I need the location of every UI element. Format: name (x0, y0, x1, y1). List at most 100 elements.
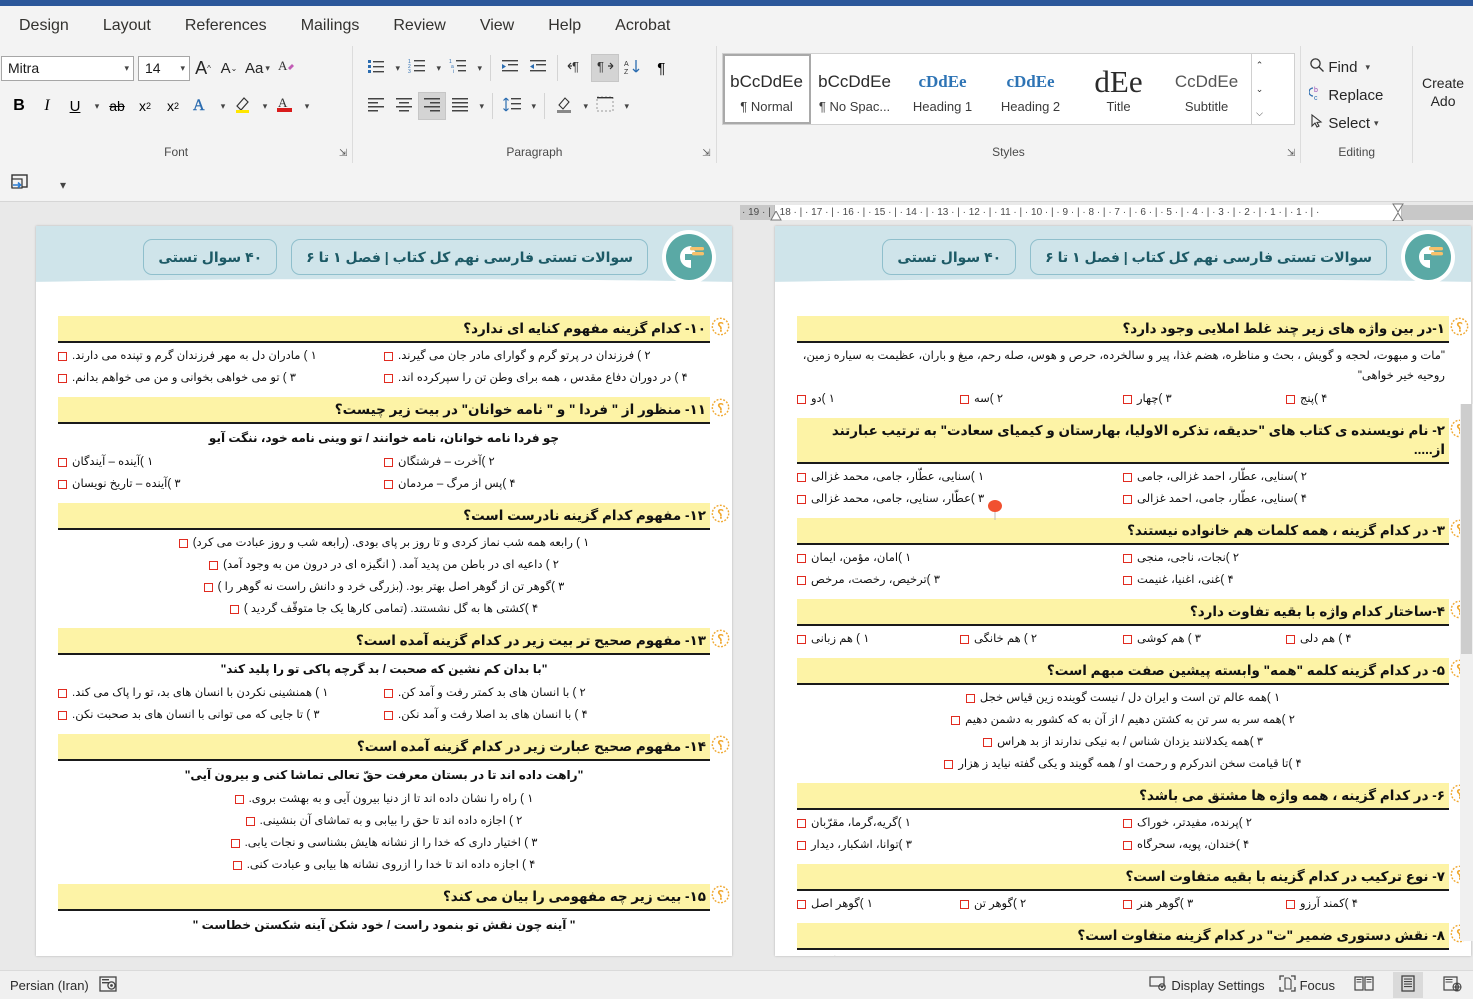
change-case-button[interactable]: Aa ▾ (242, 53, 273, 83)
tab-acrobat[interactable]: Acrobat (598, 6, 687, 46)
borders-button[interactable] (591, 92, 619, 120)
line-spacing-button[interactable] (498, 92, 526, 120)
bold-button[interactable]: B (5, 92, 33, 120)
option-checkbox[interactable] (1286, 395, 1295, 404)
option-checkbox[interactable] (58, 352, 67, 361)
option-item[interactable]: ۴ ) اجازه داده اند تا خدا را ازروی نشانه… (58, 854, 710, 876)
styles-gallery-scrollbar[interactable]: ⌃ ⌄ ⌵ (1251, 54, 1268, 124)
option-checkbox[interactable] (58, 374, 67, 383)
option-item[interactable]: ۴ )پس از مرگ – مردمان (384, 473, 710, 495)
option-item[interactable]: ۱ )گوهر اصل (797, 893, 960, 915)
option-item[interactable]: ۲ ) اجازه داده اند تا حق را بیابی و به ت… (58, 810, 710, 832)
option-item[interactable]: ۲ )سه (960, 388, 1123, 410)
option-item[interactable]: ۲ )پرنده، مفیدتر، خوراک (1123, 812, 1449, 834)
tab-layout[interactable]: Layout (86, 6, 168, 46)
left-indent-marker[interactable] (770, 211, 782, 222)
grow-font-button[interactable]: A^ (190, 53, 216, 83)
shrink-font-button[interactable]: A⌄ (216, 53, 242, 83)
increase-indent-button[interactable] (524, 54, 552, 82)
web-layout-button[interactable] (1437, 972, 1467, 998)
option-checkbox[interactable] (1286, 900, 1295, 909)
option-checkbox[interactable] (1123, 819, 1132, 828)
tab-review[interactable]: Review (376, 6, 462, 46)
font-size-combo[interactable]: 14 ▾ (138, 56, 190, 81)
option-item[interactable]: ۳ )گوهر هنر (1123, 893, 1286, 915)
rtl-text-direction-button[interactable]: ¶ (591, 54, 619, 82)
option-checkbox[interactable] (797, 554, 806, 563)
option-checkbox[interactable] (230, 605, 239, 614)
multilevel-dropdown[interactable]: ▾ (472, 53, 485, 83)
option-checkbox[interactable] (235, 795, 244, 804)
option-checkbox[interactable] (1123, 395, 1132, 404)
superscript-button[interactable]: x2 (159, 92, 187, 120)
numbering-dropdown[interactable]: ▾ (431, 53, 444, 83)
option-item[interactable]: ۲ )سنایی، عطّار، احمد غزالی، جامی (1123, 466, 1449, 488)
option-item[interactable]: ۴ )خندان، پویه، سحرگاه (1123, 834, 1449, 856)
option-checkbox[interactable] (1123, 495, 1132, 504)
option-item[interactable]: ۲ )همه سر به سر تن به کشتن دهیم / از آن … (797, 709, 1449, 731)
option-checkbox[interactable] (384, 711, 393, 720)
option-item[interactable]: ۱ )گریه،گرما، مقرّبان (797, 812, 1123, 834)
option-item[interactable]: ۴ )کشتی ها به گل نشستند. (تمامی کارها یک… (58, 598, 710, 620)
language-indicator[interactable]: Persian (Iran) (10, 978, 89, 993)
document-page-left[interactable]: سوالات تستی فارسی نهم کل کتاب | فصل ۱ تا… (36, 226, 732, 956)
option-item[interactable]: ۲ ) هم خانگی (960, 628, 1123, 650)
option-checkbox[interactable] (797, 495, 806, 504)
option-checkbox[interactable] (1123, 635, 1132, 644)
shading-dropdown[interactable]: ▾ (578, 91, 591, 121)
tab-design[interactable]: Design (2, 6, 86, 46)
accessibility-icon[interactable] (99, 975, 117, 996)
option-item[interactable]: ۳ )ترخیص، رخصت، مرخص (797, 569, 1123, 591)
option-item[interactable]: ۳ ) هم کوشی (1123, 628, 1286, 650)
strikethrough-button[interactable]: ab (103, 92, 131, 120)
option-item[interactable]: ۳ )چهار (1123, 388, 1286, 410)
option-item[interactable]: ۲ )گوهر تن (960, 893, 1123, 915)
styles-dialog-launcher[interactable]: ⇲ (1287, 148, 1295, 159)
option-item[interactable]: ۱ ) هم زبانی (797, 628, 960, 650)
sort-button[interactable]: AZ (619, 54, 647, 82)
numbering-button[interactable]: 123 (403, 54, 431, 82)
option-checkbox[interactable] (1123, 473, 1132, 482)
style-heading-2[interactable]: cDdEe Heading 2 (987, 54, 1075, 124)
option-checkbox[interactable] (797, 819, 806, 828)
option-checkbox[interactable] (204, 583, 213, 592)
styles-more-icon[interactable]: ⌵ (1252, 102, 1268, 124)
option-item[interactable]: ۴ )کمند آرزو (1286, 893, 1449, 915)
font-dialog-launcher[interactable]: ⇲ (339, 148, 347, 159)
style-subtitle[interactable]: CcDdEe Subtitle (1163, 54, 1251, 124)
select-button[interactable]: Select ▾ (1306, 109, 1407, 137)
option-checkbox[interactable] (797, 576, 806, 585)
shading-button[interactable] (550, 92, 578, 120)
option-checkbox[interactable] (246, 817, 255, 826)
subbar-dropdown-button[interactable]: ▾ (48, 171, 76, 199)
style-heading-1[interactable]: cDdEe Heading 1 (899, 54, 987, 124)
read-mode-button[interactable] (1349, 972, 1379, 998)
option-checkbox[interactable] (58, 711, 67, 720)
style-title[interactable]: dEe Title (1075, 54, 1163, 124)
find-button[interactable]: Find ▾ (1306, 53, 1407, 81)
option-item[interactable]: ۳ ) تا جایی که می توانی با انسان های بد … (58, 704, 384, 726)
style-normal[interactable]: bCcDdEe ¶ Normal (723, 54, 811, 124)
scrollbar-thumb[interactable] (1461, 404, 1472, 654)
option-item[interactable]: ۳ )آینده – تاریخ نویسان (58, 473, 384, 495)
option-item[interactable]: ۳ ) اختیار داری که خدا را از نشانه هایش … (58, 832, 710, 854)
option-item[interactable]: ۱ )دو (797, 388, 960, 410)
text-highlight-button[interactable] (229, 92, 257, 120)
option-item[interactable]: ۱ ) رابعه همه شب نماز کردی و تا روز بر پ… (58, 532, 710, 554)
option-checkbox[interactable] (960, 395, 969, 404)
tab-mailings[interactable]: Mailings (284, 6, 377, 46)
option-item[interactable]: ۲ ) فرزندان در پرتو گرم و گوارای مادر جا… (384, 345, 710, 367)
navigation-pane-button[interactable] (6, 171, 34, 199)
text-highlight-dropdown[interactable]: ▾ (257, 91, 271, 121)
option-checkbox[interactable] (231, 839, 240, 848)
option-item[interactable]: ۳ )توانا، اشکبار، دیدار (797, 834, 1123, 856)
scroll-down-icon[interactable]: ⌄ (1252, 78, 1268, 100)
option-checkbox[interactable] (1123, 576, 1132, 585)
chevron-down-icon[interactable]: ▾ (1366, 62, 1371, 73)
option-checkbox[interactable] (797, 395, 806, 404)
option-checkbox[interactable] (797, 473, 806, 482)
option-item[interactable]: ۱ )خبرت هست که مرغان سحر می گویند (797, 952, 1123, 956)
option-checkbox[interactable] (960, 635, 969, 644)
tab-help[interactable]: Help (531, 6, 598, 46)
text-effects-button[interactable]: A (187, 92, 215, 120)
